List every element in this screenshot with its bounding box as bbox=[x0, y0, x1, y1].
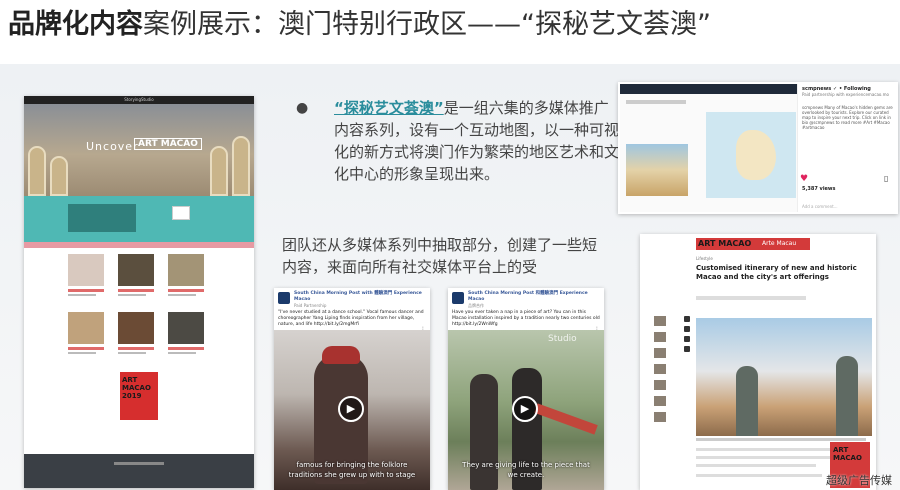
fb1-post-text: "I've never studied at a dance school." … bbox=[278, 310, 424, 327]
heart-icon: ♥ bbox=[800, 174, 809, 184]
article-byline bbox=[696, 296, 806, 300]
episode-card[interactable] bbox=[118, 312, 158, 354]
map-pin-icon bbox=[172, 206, 190, 220]
scmp-avatar bbox=[278, 292, 290, 304]
statue-shape bbox=[836, 356, 858, 436]
art-macao-poster: ART MACAO 2019 bbox=[120, 372, 158, 420]
series-name-highlight: “探秘艺文荟澳” bbox=[334, 99, 444, 117]
macao-map bbox=[706, 112, 796, 198]
play-icon[interactable]: ▶ bbox=[512, 396, 538, 422]
fb1-subtitle: famous for bringing the folklore traditi… bbox=[288, 461, 416, 479]
building-photo bbox=[626, 144, 688, 196]
poster-line: ART bbox=[122, 376, 138, 384]
watermark: 超级广告传媒 bbox=[826, 474, 892, 487]
website-hero: Uncover ART MACAO bbox=[24, 104, 254, 196]
banner-logo: ART MACAO bbox=[698, 239, 752, 248]
fb1-page-name: South China Morning Post with 體驗澳門 Exper… bbox=[294, 291, 422, 302]
instagram-description: scmpnews Many of Macao's hidden gems are… bbox=[802, 105, 893, 130]
dancer-headdress bbox=[322, 346, 360, 364]
website-divider bbox=[24, 242, 254, 248]
facebook-video-post-1: South China Morning Post with 體驗澳門 Exper… bbox=[274, 288, 430, 490]
fb2-paid-label: 品牌合作 bbox=[468, 303, 484, 308]
facebook-video-post-2: South China Morning Post 和體驗澳門 Experienc… bbox=[448, 288, 604, 490]
fb2-subtitle: They are giving life to the piece that w… bbox=[462, 461, 590, 479]
fb2-page-name: South China Morning Post 和體驗澳門 Experienc… bbox=[468, 291, 588, 302]
fb1-video[interactable]: ▶ famous for bringing the folklore tradi… bbox=[274, 330, 430, 490]
scmp-avatar bbox=[452, 292, 464, 304]
hero-logo: ART MACAO bbox=[134, 138, 202, 150]
description-paragraph: “探秘艺文荟澳”是一组六集的多媒体推广内容系列，设有一个互动地图，以一种可视化的… bbox=[334, 97, 622, 185]
title-light: 案例展示：澳门特别行政区——“探秘艺文荟澳” bbox=[143, 9, 711, 40]
poster-line: 2019 bbox=[122, 392, 142, 400]
red-fabric bbox=[534, 403, 598, 435]
statue-shape bbox=[736, 366, 758, 436]
episode-card[interactable] bbox=[68, 312, 108, 354]
article-headline: Customised itinerary of new and historic… bbox=[696, 264, 857, 281]
poster-line: ART bbox=[833, 446, 849, 454]
article-screenshot: ART MACAO Arte Macau Lifestyle Customise… bbox=[640, 234, 876, 490]
fb2-video[interactable]: Studio ▶ They are giving life to the pie… bbox=[448, 330, 604, 490]
studio-sign: Studio bbox=[548, 334, 577, 344]
episode-card[interactable] bbox=[168, 254, 208, 296]
article-section: Lifestyle bbox=[696, 256, 713, 261]
instagram-meta: Paid partnership with experiencemacao.mo bbox=[802, 92, 889, 97]
article-sidebar bbox=[654, 316, 680, 428]
bookmark-icon: ▯ bbox=[884, 174, 889, 183]
title-bold: 品牌化内容 bbox=[8, 9, 143, 40]
art-macao-banner: ART MACAO Arte Macau bbox=[696, 238, 810, 250]
website-nav: StoryingStudio bbox=[24, 96, 254, 104]
episode-card[interactable] bbox=[118, 254, 158, 296]
episode-card[interactable] bbox=[168, 312, 208, 354]
play-icon[interactable]: ▶ bbox=[338, 396, 364, 422]
website-intro-band bbox=[24, 196, 254, 242]
arch-shape bbox=[210, 146, 228, 196]
title-bar: 品牌化内容案例展示：澳门特别行政区——“探秘艺文荟澳” bbox=[0, 0, 900, 64]
poster-line: MACAO bbox=[833, 454, 862, 462]
website-footer bbox=[24, 454, 254, 488]
arch-shape bbox=[50, 156, 68, 196]
banner-sub: Arte Macau bbox=[762, 240, 797, 247]
bullet-point: ● bbox=[296, 100, 309, 116]
instagram-post-screenshot: scmpnews ✓ • Following Paid partnership … bbox=[618, 82, 898, 214]
intro-text-block bbox=[68, 204, 136, 232]
article-photo bbox=[696, 318, 872, 436]
hero-uncover-text: Uncover bbox=[86, 140, 139, 153]
fb2-post-text: Have you ever taken a nap in a piece of … bbox=[452, 310, 600, 327]
episode-card[interactable] bbox=[68, 254, 108, 296]
share-icons bbox=[684, 316, 690, 356]
arch-shape bbox=[232, 136, 250, 196]
poster-line: MACAO bbox=[122, 384, 151, 392]
slide-title: 品牌化内容案例展示：澳门特别行政区——“探秘艺文荟澳” bbox=[8, 8, 711, 42]
fb1-paid-label: Paid Partnership bbox=[294, 303, 327, 308]
arch-shape bbox=[28, 146, 46, 196]
second-paragraph: 团队还从多媒体系列中抽取部分，创建了一些短内容，来面向所有社交媒体平台上的受 bbox=[282, 236, 598, 276]
interactive-map-page bbox=[620, 84, 798, 212]
instagram-views: 5,387 views bbox=[802, 186, 836, 192]
website-screenshot: StoryingStudio Uncover ART MACAO ART MACA… bbox=[24, 96, 254, 488]
comment-input: Add a comment... bbox=[802, 204, 838, 209]
